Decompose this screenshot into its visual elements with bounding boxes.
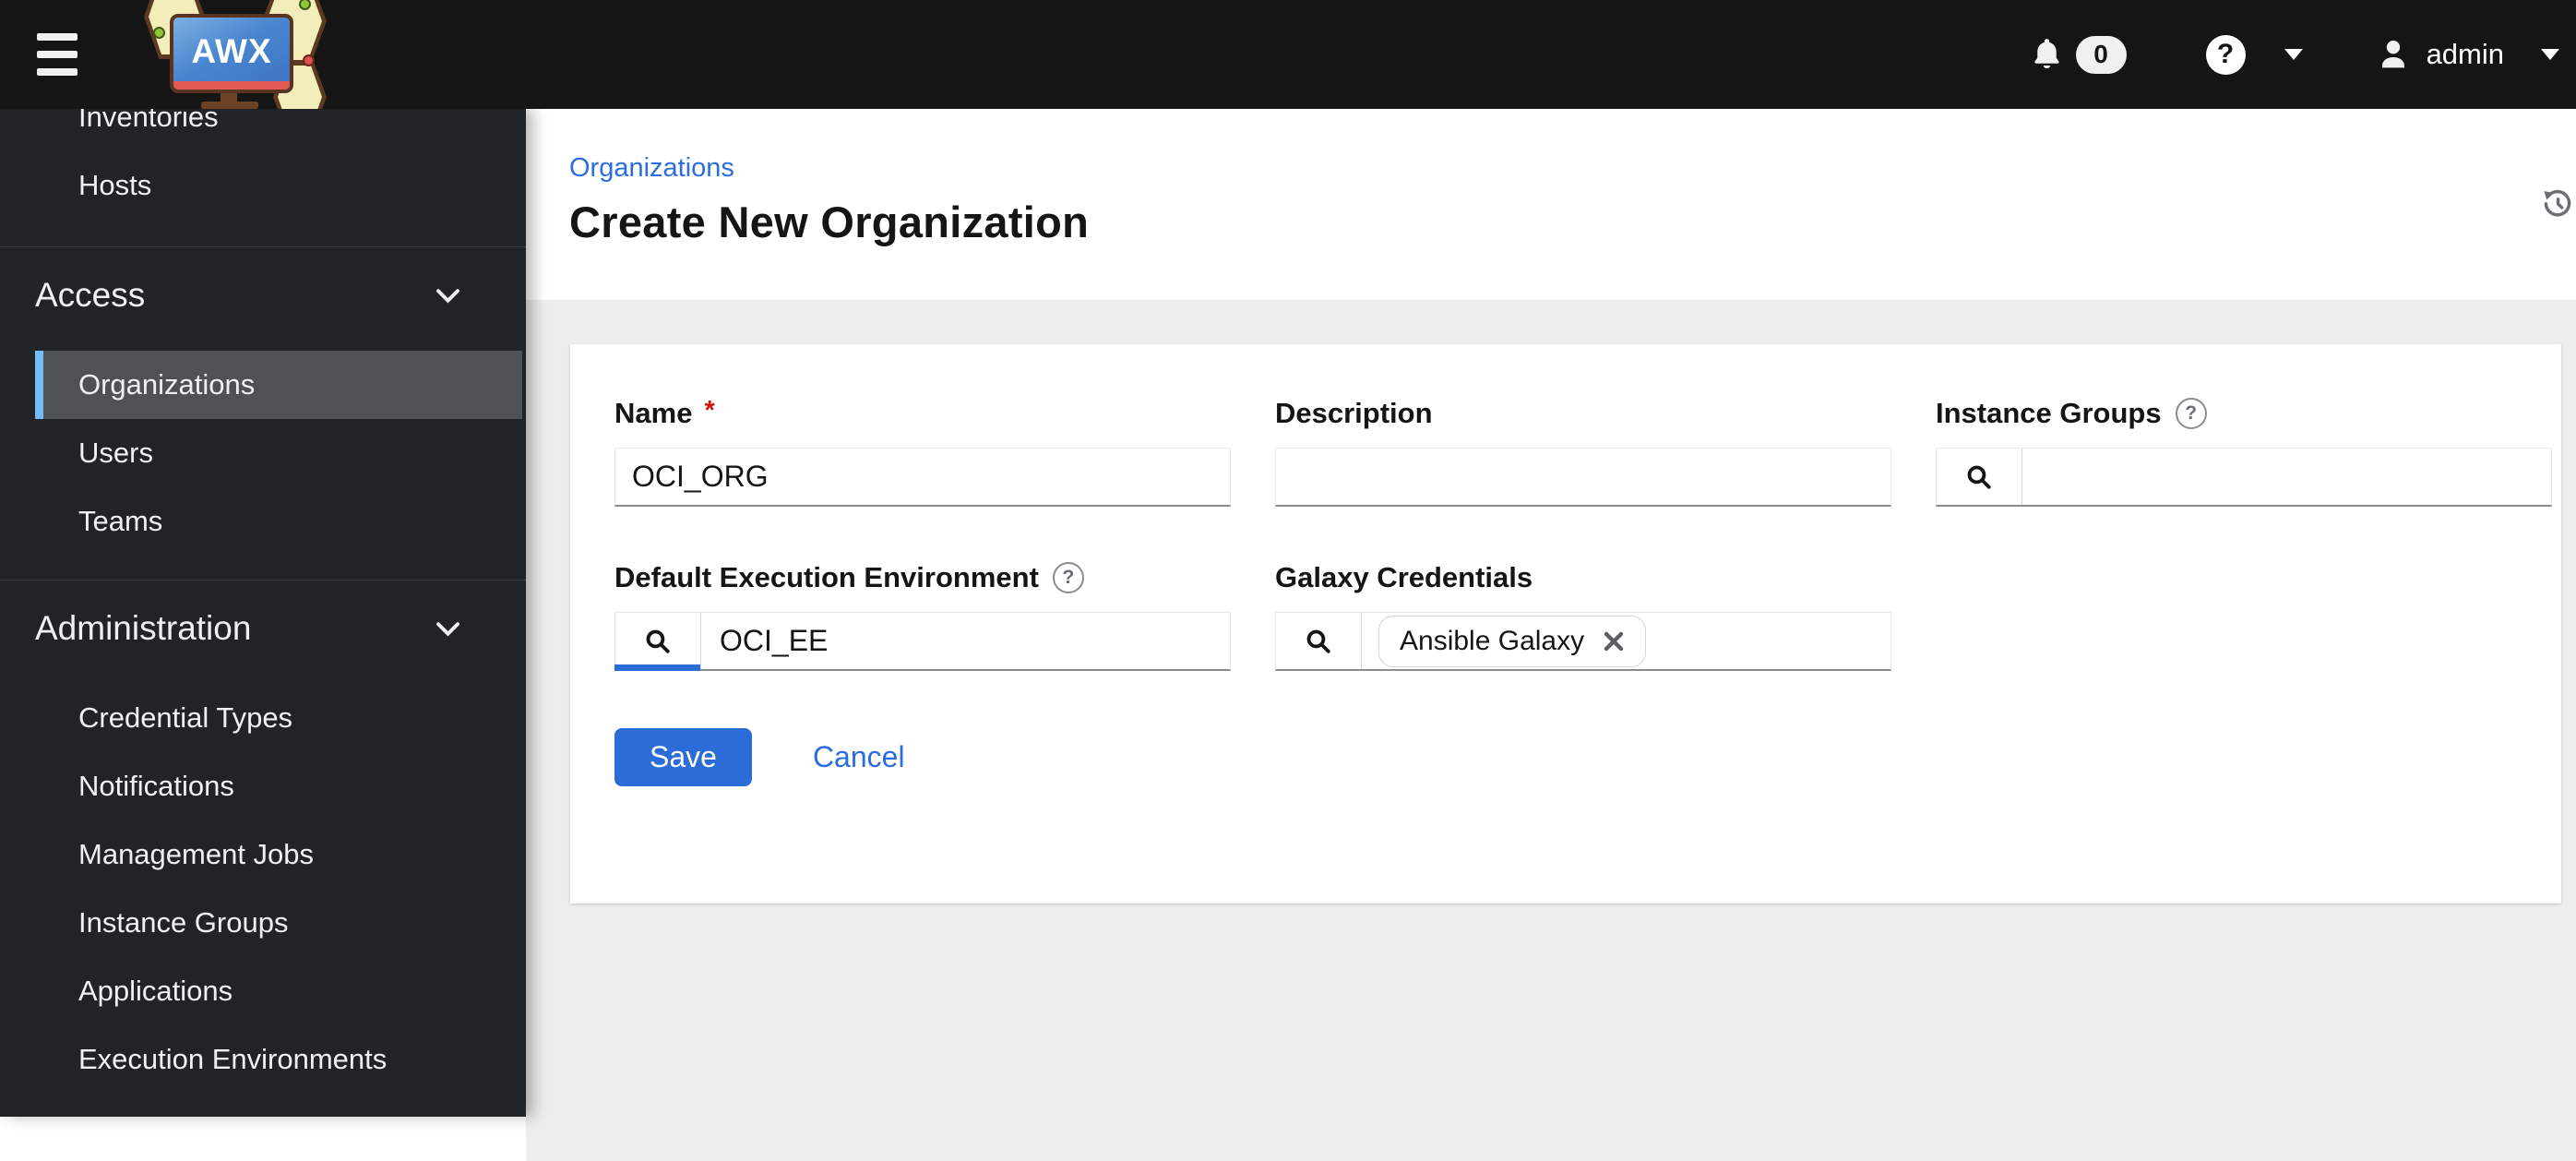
default-execution-environment-lookup-button[interactable]	[615, 613, 701, 669]
notifications-button[interactable]: 0	[2029, 35, 2127, 74]
default-execution-environment-help-icon[interactable]	[1053, 562, 1084, 593]
logo-monitor: AWX	[170, 14, 293, 93]
question-circle-icon	[2206, 35, 2246, 75]
chevron-down-icon	[2284, 49, 2303, 60]
chevron-down-icon	[435, 621, 460, 637]
default-execution-environment-input[interactable]	[701, 613, 1230, 669]
default-execution-environment-field-group: Default Execution Environment	[614, 560, 1231, 671]
sidebar-item-inventories[interactable]: Inventories	[35, 109, 522, 151]
user-menu-button[interactable]: admin	[2375, 36, 2559, 73]
content-band: Name * Description Instance Groups	[526, 344, 2576, 1161]
masthead: AWX 0 admin	[0, 0, 2576, 109]
user-name: admin	[2427, 38, 2504, 71]
form-actions: Save Cancel	[614, 728, 1891, 786]
galaxy-credentials-lookup-button[interactable]	[1276, 613, 1362, 669]
chevron-down-icon	[2541, 49, 2559, 60]
help-menu-button[interactable]	[2206, 35, 2303, 75]
description-input[interactable]	[1275, 448, 1891, 507]
instance-groups-input[interactable]	[2022, 449, 2551, 505]
cancel-button[interactable]: Cancel	[813, 740, 905, 774]
bell-icon	[2029, 35, 2065, 74]
sidebar-item-management-jobs[interactable]: Management Jobs	[35, 820, 522, 889]
name-input[interactable]	[614, 448, 1231, 507]
sidebar-section-access: Access Organizations Users Teams	[0, 247, 526, 556]
logo-node-dot	[153, 27, 165, 39]
credential-chip-label: Ansible Galaxy	[1400, 626, 1584, 657]
user-icon	[2375, 36, 2412, 73]
chevron-down-icon	[435, 288, 460, 304]
close-icon	[1603, 630, 1625, 652]
instance-groups-help-icon[interactable]	[2176, 398, 2207, 429]
sidebar-item-applications[interactable]: Applications	[35, 957, 522, 1025]
logo-node-dot	[303, 54, 315, 66]
instance-groups-field-group: Instance Groups	[1936, 396, 2552, 507]
sidebar-nav: Inventories Hosts Access Organizations U…	[0, 109, 526, 1117]
credential-chip: Ansible Galaxy	[1378, 616, 1646, 667]
main-content: Organizations Create New Organization Na…	[526, 109, 2576, 1117]
awx-logo[interactable]: AWX	[144, 0, 334, 109]
sidebar-item-hosts[interactable]: Hosts	[35, 151, 522, 220]
sidebar-item-users[interactable]: Users	[35, 419, 522, 487]
sidebar-item-execution-environments[interactable]: Execution Environments	[35, 1025, 522, 1094]
masthead-toolbar: 0 admin	[2029, 35, 2576, 75]
search-icon	[1303, 626, 1334, 657]
required-asterisk: *	[704, 396, 714, 426]
sidebar-item-instance-groups[interactable]: Instance Groups	[35, 889, 522, 957]
history-icon	[2541, 186, 2574, 220]
sidebar-section-toggle-access[interactable]: Access	[0, 247, 526, 343]
default-execution-environment-label: Default Execution Environment	[614, 561, 1039, 594]
page-header: Organizations Create New Organization	[526, 109, 2576, 300]
galaxy-credentials-label: Galaxy Credentials	[1275, 561, 1532, 594]
breadcrumb: Organizations	[569, 153, 2576, 184]
galaxy-credentials-field-group: Galaxy Credentials Ansible Galaxy	[1275, 560, 1891, 671]
name-label: Name	[614, 397, 692, 430]
brand-text: AWX	[173, 32, 290, 71]
save-button[interactable]: Save	[614, 728, 752, 786]
description-field-group: Description	[1275, 396, 1891, 507]
name-field-group: Name *	[614, 396, 1231, 507]
remove-credential-chip-button[interactable]	[1603, 630, 1625, 652]
sidebar-item-credential-types[interactable]: Credential Types	[35, 684, 522, 752]
view-history-button[interactable]	[2541, 186, 2574, 222]
page-title: Create New Organization	[569, 197, 2576, 247]
instance-groups-lookup-button[interactable]	[1937, 449, 2022, 505]
hamburger-icon	[37, 33, 78, 41]
create-organization-form: Name * Description Instance Groups	[614, 396, 2554, 786]
sidebar-item-notifications[interactable]: Notifications	[35, 752, 522, 820]
search-icon	[1963, 461, 1995, 493]
nav-toggle-button[interactable]	[37, 26, 94, 83]
instance-groups-label: Instance Groups	[1936, 397, 2162, 430]
sidebar-section-administration: Administration Credential Types Notifica…	[0, 580, 526, 1094]
galaxy-credentials-chip-area[interactable]: Ansible Galaxy	[1362, 613, 1890, 669]
description-label: Description	[1275, 397, 1433, 430]
sidebar-section-toggle-administration[interactable]: Administration	[0, 580, 526, 676]
search-icon	[642, 626, 674, 657]
sidebar-item-organizations[interactable]: Organizations	[35, 351, 522, 419]
breadcrumb-organizations-link[interactable]: Organizations	[569, 153, 734, 183]
notification-count-badge: 0	[2076, 36, 2127, 74]
sidebar-item-teams[interactable]: Teams	[35, 487, 522, 556]
organization-form-card: Name * Description Instance Groups	[570, 344, 2561, 904]
